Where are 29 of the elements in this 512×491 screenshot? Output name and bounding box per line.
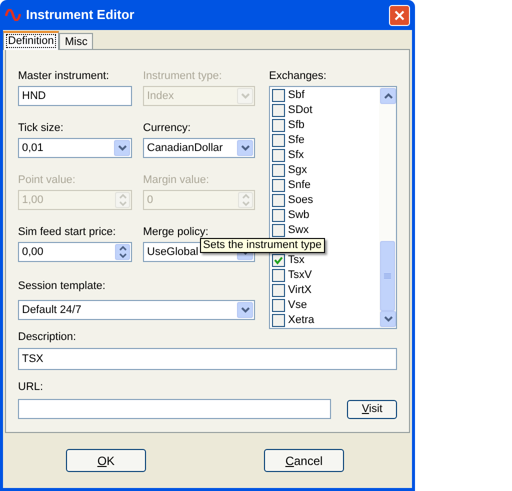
- field-label: Tick size:: [18, 122, 64, 136]
- exchange-label: Tsx: [288, 254, 304, 267]
- field-label: URL:: [18, 381, 44, 395]
- field-label: Exchanges:: [269, 70, 328, 84]
- field-label: Session template:: [18, 280, 106, 294]
- exchange-label: Snfe: [288, 179, 311, 192]
- exchange-label: VirtX: [288, 284, 312, 297]
- field-label: Margin value:: [143, 174, 210, 188]
- field-label: Currency:: [143, 122, 192, 136]
- field-label: Master instrument:: [18, 70, 110, 84]
- exchange-label: SDot: [288, 104, 312, 117]
- exchange-label: Swb: [288, 209, 310, 222]
- exchange-label: Soes: [288, 194, 314, 207]
- exchange-label: Sfe: [288, 134, 305, 147]
- field-label: Description:: [18, 331, 78, 345]
- exchange-label: Sbf: [288, 89, 305, 102]
- exchange-label: TsxV: [288, 269, 312, 282]
- field-label: Point value:: [18, 174, 76, 188]
- exchange-label: Sgx: [288, 164, 307, 177]
- window-title: Instrument Editor: [26, 6, 136, 24]
- field-label: Instrument type:: [143, 70, 223, 84]
- field-label: Sim feed start price:: [18, 226, 117, 240]
- exchange-label: Sfb: [288, 119, 305, 132]
- exchange-label: Sfx: [288, 149, 304, 162]
- tooltip: Sets the instrument type: [200, 238, 325, 253]
- field-label: Merge policy:: [143, 226, 210, 240]
- exchange-label: Vse: [288, 299, 307, 312]
- exchange-label: Swx: [288, 224, 309, 237]
- exchange-label: Xetra: [288, 314, 314, 327]
